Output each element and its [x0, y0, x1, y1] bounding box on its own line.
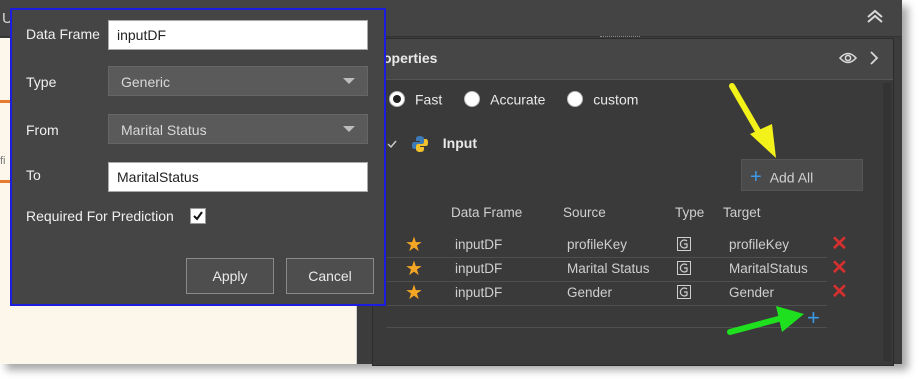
data-frame-input[interactable]: inputDF [108, 20, 368, 50]
check-icon [193, 211, 203, 221]
required-star-icon[interactable]: ★ [405, 280, 423, 305]
type-select[interactable]: Generic [108, 66, 368, 96]
required-star-icon[interactable]: ★ [405, 256, 423, 281]
mode-fast[interactable]: Fast [389, 90, 442, 107]
mode-custom[interactable]: custom [567, 90, 638, 107]
canvas-partial-text: fi [0, 155, 6, 167]
plus-icon: + [750, 166, 762, 189]
g-type-icon [677, 261, 691, 275]
chevron-right-icon[interactable] [869, 50, 879, 66]
input-section-header[interactable]: Input [387, 135, 477, 155]
column-header: Source [563, 205, 606, 220]
green-arrow-annotation [727, 306, 804, 335]
radio-custom[interactable] [567, 90, 584, 107]
table-header: Data Frame Source Type Target [387, 205, 827, 227]
scrollbar[interactable] [883, 83, 891, 361]
type-label: Type [26, 74, 57, 90]
table-row[interactable]: ★ inputDF profileKey profileKey ✕ [387, 232, 848, 258]
source-cell: Gender [567, 285, 613, 300]
g-type-icon [677, 285, 691, 299]
data-frame-cell: inputDF [455, 237, 503, 252]
delete-icon[interactable]: ✕ [831, 231, 848, 256]
delete-icon[interactable]: ✕ [831, 255, 848, 280]
source-cell: Marital Status [567, 261, 650, 276]
python-icon [411, 136, 428, 153]
chevron-down-icon [343, 78, 355, 84]
collapse-up-icon[interactable] [866, 8, 884, 24]
column-header: Type [675, 205, 705, 220]
input-section-label: Input [442, 135, 477, 151]
target-cell: Gender [729, 285, 775, 300]
data-frame-cell: inputDF [455, 285, 503, 300]
table-row[interactable]: ★ inputDF Marital Status MaritalStatus ✕ [387, 256, 848, 282]
from-select-value: Marital Status [121, 122, 207, 138]
radio-fast[interactable] [389, 90, 405, 107]
delete-icon[interactable]: ✕ [831, 279, 848, 304]
mode-accurate[interactable]: Accurate [464, 90, 545, 107]
properties-title: operties [383, 50, 438, 66]
mapping-edit-dialog: Data Frame inputDF Type Generic From Mar… [10, 8, 386, 306]
type-select-value: Generic [121, 74, 171, 90]
table-row[interactable]: ★ inputDF Gender Gender ✕ [387, 280, 848, 306]
data-frame-label: Data Frame [26, 26, 100, 42]
apply-button[interactable]: Apply [186, 258, 274, 294]
expand-check-icon[interactable] [387, 139, 397, 149]
from-label: From [26, 122, 59, 138]
add-all-button[interactable]: + Add All [741, 159, 863, 191]
required-for-prediction-label: Required For Prediction [26, 208, 174, 224]
properties-header: operties [373, 39, 893, 80]
radio-accurate[interactable] [464, 90, 481, 107]
required-star-icon[interactable]: ★ [405, 232, 423, 257]
from-select[interactable]: Marital Status [108, 114, 368, 144]
source-cell: profileKey [567, 237, 628, 252]
data-frame-cell: inputDF [455, 261, 503, 276]
eye-icon[interactable] [839, 51, 857, 65]
properties-panel: operties Fast Accurate custom Input + Ad… [372, 38, 894, 366]
required-for-prediction-checkbox[interactable] [190, 208, 206, 224]
to-input[interactable]: MaritalStatus [108, 162, 368, 192]
target-cell: MaritalStatus [729, 261, 808, 276]
g-type-icon [677, 237, 691, 251]
yellow-arrow-annotation [729, 83, 776, 158]
cancel-button[interactable]: Cancel [286, 258, 374, 294]
to-label: To [26, 167, 41, 183]
column-header: Target [723, 205, 761, 220]
accuracy-mode-group: Fast Accurate custom [389, 89, 656, 109]
chevron-down-icon [343, 126, 355, 132]
target-cell: profileKey [729, 237, 790, 252]
column-header: Data Frame [451, 205, 523, 220]
